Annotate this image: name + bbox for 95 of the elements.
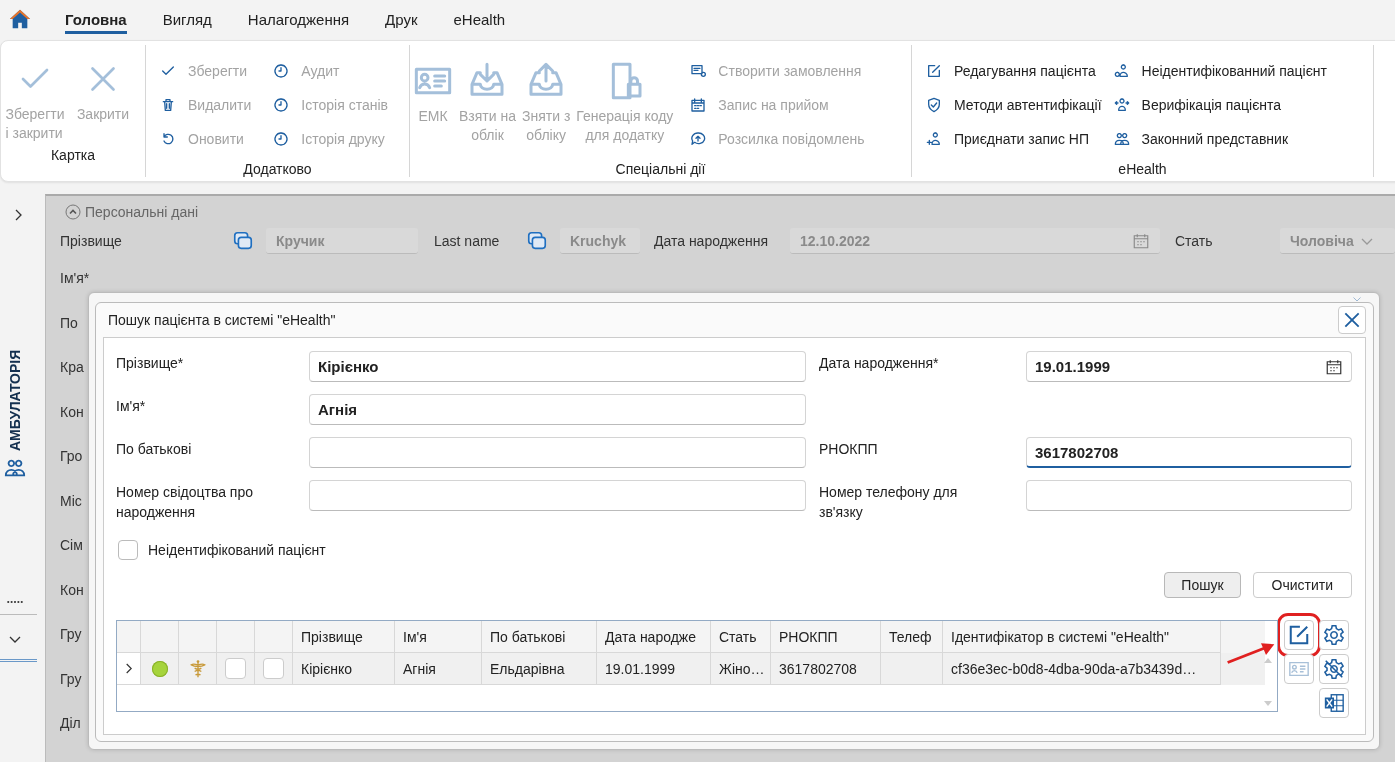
checkbox[interactable]: [263, 658, 284, 679]
annotation-arrow: [1226, 640, 1276, 665]
date-field[interactable]: 19.01.1999: [1026, 351, 1352, 382]
field-label: Кон: [60, 580, 84, 600]
edit-icon: [926, 63, 942, 79]
copy-icon[interactable]: [232, 230, 254, 252]
home-icon[interactable]: [9, 8, 31, 30]
clear-button[interactable]: Очистити: [1252, 572, 1352, 598]
group-title: eHealth: [1117, 161, 1168, 177]
collapse-icon[interactable]: [65, 204, 81, 220]
field-label: Прізвище: [60, 233, 123, 249]
chat-icon: [690, 131, 707, 147]
menu-tab[interactable]: Друк: [385, 4, 418, 34]
table-cell: 19.01.1999: [597, 653, 711, 685]
field-label: Гру: [60, 669, 82, 689]
person-arrows-icon: [1113, 97, 1130, 113]
menu-tab[interactable]: eHealth: [453, 4, 506, 34]
table-cell: cf36e3ec-b0d8-4dba-90da-a7b3439d…: [943, 653, 1221, 685]
menu-tab[interactable]: Вигляд: [162, 4, 212, 34]
person-plus-icon: [926, 131, 942, 147]
field-label: Номер свідоцтва про народження: [116, 483, 255, 522]
gearoff-button[interactable]: [1319, 654, 1349, 684]
field-label: Кон: [60, 402, 84, 422]
field-label: Гро: [60, 447, 83, 466]
chevron-right-icon[interactable]: [13, 208, 23, 222]
settings-off-icon: [1323, 658, 1345, 680]
clock-icon: [273, 131, 290, 147]
group-title: Спеціальні дії: [614, 161, 707, 177]
group-title: Картка: [49, 147, 97, 165]
input-field[interactable]: 3617802708: [1026, 437, 1352, 468]
table-cell: Кірієнко: [293, 653, 395, 685]
field-label: Кра: [60, 358, 84, 377]
dialog-title: Пошук пацієнта в системі "eHealth": [108, 312, 336, 328]
checkbox[interactable]: [118, 540, 138, 560]
field-label: РНОКПП: [819, 440, 879, 459]
refresh-icon: [160, 131, 176, 147]
input-field[interactable]: [309, 480, 806, 511]
table-cell: Жіно…: [711, 653, 771, 685]
expand-icon[interactable]: [124, 662, 133, 675]
field-label: Last name: [434, 233, 501, 249]
document-plus-icon: [690, 63, 707, 79]
calendar-icon: [1132, 231, 1150, 250]
field-label: Ім'я*: [60, 269, 90, 288]
menu-tab[interactable]: Головна: [65, 4, 127, 34]
input-field[interactable]: Агнія: [309, 394, 806, 425]
copy-icon[interactable]: [526, 230, 548, 252]
ribbon-button[interactable]: Верифікація пацієнта: [1113, 93, 1327, 117]
ribbon-button[interactable]: Законний представник: [1113, 127, 1327, 151]
spreadsheet-icon: [1323, 692, 1345, 714]
checkbox[interactable]: [225, 658, 246, 679]
clock-icon: [273, 63, 290, 79]
field-label: Діл: [60, 714, 81, 733]
close-button[interactable]: [1338, 306, 1366, 334]
gear-button[interactable]: [1319, 620, 1349, 650]
edit-icon: [1288, 624, 1310, 646]
calendar-icon: [690, 97, 707, 113]
field-label: Номер телефону для зв'язку: [819, 483, 959, 522]
trash-icon: [160, 97, 176, 113]
field-label: Сім: [60, 536, 83, 555]
field-label: Стать: [1175, 233, 1214, 249]
field-label: Гру: [60, 625, 82, 644]
checkbox-label[interactable]: Неідентифікований пацієнт: [148, 542, 326, 558]
menu-tab[interactable]: Налагодження: [247, 4, 350, 34]
ribbon-button[interactable]: Приєднати запис НП: [926, 127, 1102, 151]
field-label: Дата народження*: [819, 354, 940, 373]
input-field[interactable]: [309, 437, 806, 468]
field-label: По батькові: [116, 440, 193, 459]
clock-icon: [273, 97, 290, 113]
ribbon-button[interactable]: Методи автентифікації: [926, 93, 1102, 117]
more-icon[interactable]: [6, 600, 24, 604]
settings-icon: [1323, 624, 1345, 646]
people-icon: [1113, 131, 1130, 147]
table-cell: 3617802708: [771, 653, 881, 685]
input-field[interactable]: [1026, 480, 1352, 511]
module-title[interactable]: АМБУЛАТОРІЯ: [7, 331, 25, 451]
chevron-down-icon[interactable]: [8, 634, 22, 644]
table-cell: [881, 653, 943, 685]
table-cell: Агнія: [395, 653, 482, 685]
table-cell: Ельдарівна: [482, 653, 597, 685]
field-label: По: [60, 313, 78, 333]
field-label: Ім'я*: [116, 397, 147, 416]
field-label: Прізвище*: [116, 354, 185, 373]
search-button[interactable]: Пошук: [1164, 572, 1241, 598]
field-label: Дата народження: [654, 233, 770, 249]
calendar-icon[interactable]: [1325, 357, 1343, 376]
field-label: Міс: [60, 491, 82, 511]
person-badge-icon: [1113, 63, 1130, 79]
shield-check-icon: [926, 97, 942, 113]
input-field[interactable]: Кірієнко: [309, 351, 806, 382]
section-title: Персональні дані: [85, 204, 199, 220]
group-title: Додатково: [242, 161, 313, 177]
excel-button[interactable]: [1319, 688, 1349, 718]
status-dot: [151, 660, 168, 677]
ribbon-button[interactable]: Неідентифікованний пацієнт: [1113, 59, 1327, 83]
ribbon-button[interactable]: Редагування пацієнта: [926, 59, 1102, 83]
